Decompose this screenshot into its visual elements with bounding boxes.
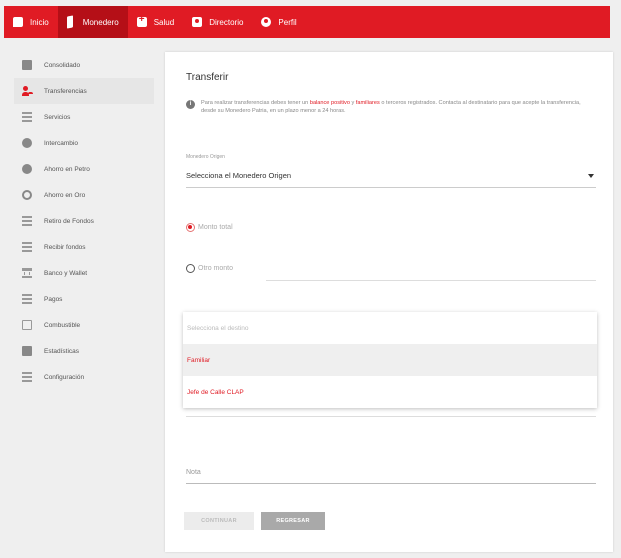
top-nav: Inicio Monedero Salud Directorio Perfil bbox=[4, 6, 610, 38]
nav-item-perfil[interactable]: Perfil bbox=[252, 6, 305, 38]
nav-item-label: Inicio bbox=[30, 17, 49, 27]
origin-select-value: Selecciona el Monedero Origen bbox=[186, 171, 292, 180]
destination-dropdown[interactable]: Selecciona el destino Familiar Jefe de C… bbox=[183, 312, 597, 408]
transfer-icon bbox=[22, 86, 32, 96]
continue-button[interactable]: CONTINUAR bbox=[184, 512, 254, 530]
sidebar-item-transferencias[interactable]: Transferencias bbox=[14, 78, 154, 104]
dropdown-option-jefe-calle[interactable]: Jefe de Calle CLAP bbox=[183, 376, 597, 408]
nav-item-label: Directorio bbox=[209, 17, 244, 27]
caret-down-icon bbox=[588, 173, 594, 178]
sidebar-item-ahorro-petro[interactable]: Ahorro en Petro bbox=[14, 156, 154, 182]
chat-icon bbox=[13, 17, 23, 27]
sidebar-item-label: Transferencias bbox=[44, 87, 87, 95]
balance-link[interactable]: balance positivo bbox=[310, 100, 350, 106]
petro-savings-icon bbox=[22, 164, 32, 174]
sidebar-item-servicios[interactable]: Servicios bbox=[14, 104, 154, 130]
sidebar-item-label: Configuración bbox=[44, 373, 85, 381]
sidebar-item-consolidado[interactable]: Consolidado bbox=[14, 52, 154, 78]
amount-total-label: Monto total bbox=[198, 224, 233, 231]
sidebar-item-label: Servicios bbox=[44, 113, 71, 121]
sidebar-item-label: Ahorro en Oro bbox=[44, 191, 86, 199]
sidebar-item-retiro-fondos[interactable]: Retiro de Fondos bbox=[14, 208, 154, 234]
radio-checked-icon[interactable] bbox=[186, 223, 195, 232]
amount-total-option[interactable]: Monto total bbox=[186, 223, 233, 232]
sidebar-item-recibir-fondos[interactable]: Recibir fondos bbox=[14, 234, 154, 260]
sidebar-item-label: Ahorro en Petro bbox=[44, 165, 90, 173]
sidebar-item-label: Consolidado bbox=[44, 61, 81, 69]
sidebar-item-label: Retiro de Fondos bbox=[44, 217, 94, 225]
amount-other-label: Otro monto bbox=[198, 265, 234, 272]
sidebar-item-banco-wallet[interactable]: Banco y Wallet bbox=[14, 260, 154, 286]
payments-icon bbox=[22, 294, 32, 304]
back-button[interactable]: REGRESAR bbox=[261, 512, 325, 530]
settings-icon bbox=[22, 372, 32, 382]
wallet-icon bbox=[66, 15, 73, 29]
nav-item-salud[interactable]: Salud bbox=[128, 6, 183, 38]
transfer-card: Transferir i Para realizar transferencia… bbox=[165, 52, 613, 552]
note-input[interactable]: Nota bbox=[186, 462, 596, 484]
dropdown-option-familiar[interactable]: Familiar bbox=[183, 344, 597, 376]
exchange-icon bbox=[22, 138, 32, 148]
nav-item-directorio[interactable]: Directorio bbox=[183, 6, 252, 38]
medical-icon bbox=[136, 14, 147, 27]
bank-icon bbox=[22, 268, 32, 278]
radio-unchecked-icon[interactable] bbox=[186, 264, 195, 273]
directory-icon bbox=[192, 17, 203, 27]
nav-item-label: Perfil bbox=[278, 17, 297, 27]
note-placeholder: Nota bbox=[186, 469, 201, 476]
sidebar-item-label: Pagos bbox=[44, 295, 63, 303]
sidebar: Consolidado Transferencias Servicios Int… bbox=[14, 52, 154, 390]
info-text: Para realizar transferencias debes tener… bbox=[201, 100, 581, 114]
stats-icon bbox=[22, 346, 32, 356]
origin-select[interactable]: Selecciona el Monedero Origen bbox=[186, 164, 596, 188]
consolidated-icon bbox=[22, 60, 32, 70]
dropdown-placeholder: Selecciona el destino bbox=[187, 324, 249, 332]
receive-icon bbox=[22, 242, 32, 252]
sidebar-item-label: Intercambio bbox=[44, 139, 78, 147]
fuel-icon bbox=[22, 320, 32, 330]
sidebar-item-label: Estadísticas bbox=[44, 347, 80, 355]
destination-underline bbox=[186, 416, 596, 417]
info-icon: i bbox=[186, 100, 195, 109]
amount-other-option[interactable]: Otro monto bbox=[186, 264, 233, 273]
page-title: Transferir bbox=[186, 72, 229, 83]
sidebar-item-label: Recibir fondos bbox=[44, 243, 86, 251]
sidebar-item-pagos[interactable]: Pagos bbox=[14, 286, 154, 312]
origin-label: Monedero Origen bbox=[186, 154, 225, 160]
nav-item-label: Salud bbox=[153, 17, 175, 27]
sidebar-item-combustible[interactable]: Combustible bbox=[14, 312, 154, 338]
user-icon bbox=[261, 17, 272, 27]
gold-savings-icon bbox=[22, 190, 32, 200]
sidebar-item-estadisticas[interactable]: Estadísticas bbox=[14, 338, 154, 364]
sidebar-item-label: Banco y Wallet bbox=[44, 269, 88, 277]
sidebar-item-label: Combustible bbox=[44, 321, 81, 329]
other-amount-input[interactable] bbox=[266, 280, 596, 281]
nav-item-inicio[interactable]: Inicio bbox=[4, 6, 58, 38]
sidebar-item-configuracion[interactable]: Configuración bbox=[14, 364, 154, 390]
withdraw-icon bbox=[22, 216, 32, 226]
services-icon bbox=[22, 112, 32, 122]
nav-item-monedero[interactable]: Monedero bbox=[57, 6, 128, 38]
family-link[interactable]: familiares bbox=[356, 100, 380, 106]
sidebar-item-ahorro-oro[interactable]: Ahorro en Oro bbox=[14, 182, 154, 208]
sidebar-item-intercambio[interactable]: Intercambio bbox=[14, 130, 154, 156]
nav-item-label: Monedero bbox=[82, 17, 119, 27]
